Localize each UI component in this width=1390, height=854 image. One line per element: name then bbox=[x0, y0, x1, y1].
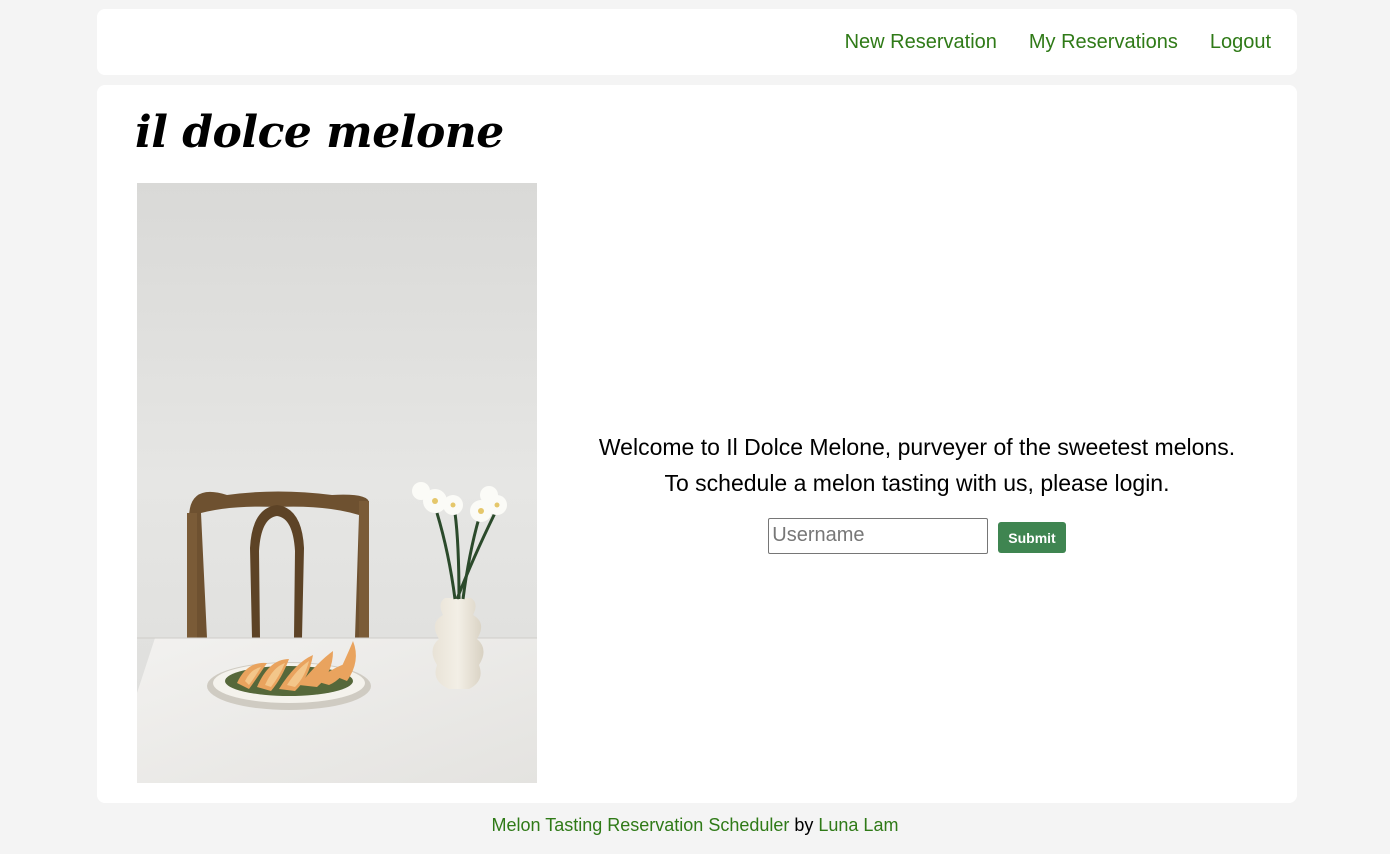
welcome-message: Welcome to Il Dolce Melone, purveyer of … bbox=[599, 429, 1235, 501]
submit-button[interactable]: Submit bbox=[998, 522, 1066, 553]
main-card: il dolce melone Welcome to Il Dolce Melo… bbox=[97, 85, 1297, 803]
brand-title: il dolce melone bbox=[135, 107, 504, 158]
footer: Melon Tasting Reservation Scheduler by L… bbox=[0, 815, 1390, 836]
footer-author-link[interactable]: Luna Lam bbox=[818, 815, 898, 835]
nav-link-my-reservations[interactable]: My Reservations bbox=[1029, 31, 1178, 54]
footer-app-link[interactable]: Melon Tasting Reservation Scheduler bbox=[492, 815, 790, 835]
nav-link-logout[interactable]: Logout bbox=[1210, 31, 1271, 54]
username-input[interactable] bbox=[768, 517, 989, 554]
login-form: Submit bbox=[768, 517, 1066, 554]
welcome-section: Welcome to Il Dolce Melone, purveyer of … bbox=[537, 183, 1297, 783]
nav-link-new-reservation[interactable]: New Reservation bbox=[845, 31, 997, 54]
welcome-line-1: Welcome to Il Dolce Melone, purveyer of … bbox=[598, 433, 1236, 460]
melon-table-photo bbox=[137, 183, 537, 783]
hero-image bbox=[137, 183, 537, 783]
welcome-line-2: To schedule a melon tasting with us, ple… bbox=[664, 469, 1170, 496]
nav-links: New Reservation My Reservations Logout bbox=[845, 9, 1271, 75]
footer-by-text: by bbox=[789, 815, 819, 835]
top-navbar: New Reservation My Reservations Logout bbox=[97, 9, 1297, 75]
